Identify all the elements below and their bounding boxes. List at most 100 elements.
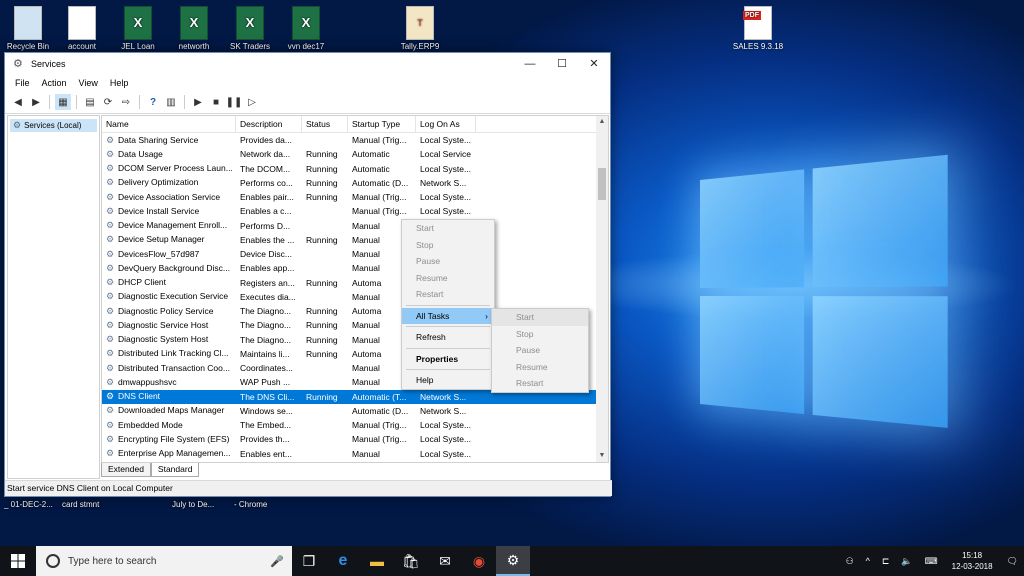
table-row[interactable]: ⚙ Embedded Mode The Embed... Manual (Trig..…: [102, 418, 608, 432]
table-row[interactable]: ⚙ Device Association Service Enables pair.…: [102, 190, 608, 204]
clock[interactable]: 15:18 12-03-2018: [952, 550, 993, 572]
service-status-cell: Running: [302, 320, 348, 330]
submenu-restart[interactable]: Restart: [492, 375, 588, 392]
table-row[interactable]: ⚙ DevicesFlow_57d987 Device Disc... Manual: [102, 247, 608, 261]
task-view-icon[interactable]: ❐: [292, 546, 326, 576]
properties-sheet-icon[interactable]: ▤: [82, 94, 98, 110]
cortana-circle-icon: [46, 554, 60, 568]
table-row[interactable]: ⚙ DevQuery Background Disc... Enables app.…: [102, 261, 608, 275]
file-explorer-icon[interactable]: ▬: [360, 546, 394, 576]
service-description-cell: Maintains li...: [236, 349, 302, 359]
desktop-icon-label[interactable]: _ 01-DEC-2...: [4, 500, 53, 509]
desktop-icon-tally-erp9[interactable]: T Tally.ERP9: [384, 0, 456, 51]
context-menu-stop[interactable]: Stop: [402, 237, 494, 254]
title-bar[interactable]: ⚙ Services — ☐ ✕: [5, 53, 610, 75]
table-row[interactable]: ⚙ Encrypting File System (EFS) Provides th…: [102, 432, 608, 446]
service-description-cell: Device Disc...: [236, 249, 302, 259]
column-header-log-on-as[interactable]: Log On As: [416, 116, 476, 132]
service-name-cell: ⚙ DHCP Client: [102, 277, 236, 288]
service-gear-icon: ⚙: [106, 391, 116, 402]
restart-service-icon[interactable]: ▷: [244, 94, 260, 110]
pause-service-icon[interactable]: ❚❚: [226, 94, 242, 110]
menu-action[interactable]: Action: [36, 78, 73, 88]
context-menu-properties[interactable]: Properties: [402, 351, 494, 368]
table-row[interactable]: ⚙ Data Sharing Service Provides da... Manua…: [102, 133, 608, 147]
edge-browser-icon[interactable]: e: [326, 546, 360, 576]
menu-bar: File Action View Help: [5, 75, 610, 91]
stop-service-icon[interactable]: ■: [208, 94, 224, 110]
action-center-icon[interactable]: 🗨: [1007, 556, 1018, 567]
table-row[interactable]: ⚙ Downloaded Maps Manager Windows se... Aut…: [102, 404, 608, 418]
show-hidden-icons-chevron-icon[interactable]: ^: [866, 556, 870, 566]
microphone-icon[interactable]: 🎤: [270, 555, 284, 568]
store-icon[interactable]: 🛍: [394, 546, 428, 576]
vertical-scrollbar[interactable]: ▲ ▼: [596, 116, 608, 462]
refresh-icon[interactable]: ⟳: [100, 94, 116, 110]
scroll-thumb[interactable]: [598, 168, 606, 200]
service-description-cell: Network da...: [236, 149, 302, 159]
context-menu-refresh[interactable]: Refresh: [402, 329, 494, 346]
view-tabs: Extended Standard: [101, 463, 199, 477]
table-row[interactable]: ⚙ Data Usage Network da... Running Automatic…: [102, 147, 608, 161]
show-action-pane-icon[interactable]: ▥: [163, 94, 179, 110]
column-header-description[interactable]: Description: [236, 116, 302, 132]
menu-file[interactable]: File: [9, 78, 36, 88]
context-menu-pause[interactable]: Pause: [402, 253, 494, 270]
table-row[interactable]: ⚙ DHCP Client Registers an... Running Automa: [102, 276, 608, 290]
service-gear-icon: ⚙: [106, 263, 116, 274]
menu-help[interactable]: Help: [104, 78, 135, 88]
volume-icon[interactable]: 🔈: [901, 556, 912, 567]
people-icon[interactable]: ⚇: [846, 556, 854, 567]
context-menu-help[interactable]: Help: [402, 372, 494, 389]
context-menu-start[interactable]: Start: [402, 220, 494, 237]
help-icon[interactable]: ?: [145, 94, 161, 110]
service-name-cell: ⚙ Device Install Service: [102, 206, 236, 217]
table-row[interactable]: ⚙ Delivery Optimization Performs co... Runn…: [102, 176, 608, 190]
context-menu-all-tasks[interactable]: All Tasks ›: [402, 308, 494, 325]
submenu-start[interactable]: Start: [492, 309, 588, 326]
service-status-cell: Running: [302, 335, 348, 345]
show-hide-console-tree-icon[interactable]: ▦: [55, 94, 71, 110]
scroll-up-icon[interactable]: ▲: [596, 116, 608, 128]
desktop-icon-vvn-dec17[interactable]: X vvn dec17: [270, 0, 342, 51]
table-row[interactable]: ⚙ Device Management Enroll... Performs D..…: [102, 219, 608, 233]
context-menu-restart[interactable]: Restart: [402, 286, 494, 303]
column-header-startup-type[interactable]: Startup Type: [348, 116, 416, 132]
desktop-icon-sales-pdf[interactable]: SALES 9.3.18: [722, 0, 794, 51]
column-header-status[interactable]: Status: [302, 116, 348, 132]
tab-standard[interactable]: Standard: [151, 463, 200, 477]
table-row[interactable]: ⚙ DCOM Server Process Laun... The DCOM... R…: [102, 162, 608, 176]
mail-icon[interactable]: ✉: [428, 546, 462, 576]
desktop-icon-label[interactable]: July to De...: [172, 500, 214, 509]
keyboard-language-icon[interactable]: ⌨: [925, 556, 938, 567]
service-gear-icon: ⚙: [106, 320, 116, 331]
table-row[interactable]: ⚙ Diagnostic Execution Service Executes di…: [102, 290, 608, 304]
table-row[interactable]: ⚙ Device Setup Manager Enables the ... Runn…: [102, 233, 608, 247]
minimize-button[interactable]: —: [514, 53, 546, 75]
context-menu-resume[interactable]: Resume: [402, 270, 494, 287]
submenu-resume[interactable]: Resume: [492, 359, 588, 376]
submenu-stop[interactable]: Stop: [492, 326, 588, 343]
close-button[interactable]: ✕: [578, 53, 610, 75]
service-log-on-as-cell: Local Syste...: [416, 434, 476, 444]
table-row[interactable]: ⚙ Enterprise App Managemen... Enables ent.…: [102, 447, 608, 461]
tree-item-services-local[interactable]: ⚙ Services (Local): [10, 119, 97, 132]
desktop-icon-label[interactable]: card stmnt: [62, 500, 99, 509]
export-list-icon[interactable]: ⇨: [118, 94, 134, 110]
table-row[interactable]: ⚙ Device Install Service Enables a c... Man…: [102, 204, 608, 218]
taskbar-search-box[interactable]: Type here to search 🎤: [36, 546, 292, 576]
maximize-button[interactable]: ☐: [546, 53, 578, 75]
forward-icon[interactable]: ▶: [28, 94, 44, 110]
desktop-icon-label[interactable]: - Chrome: [234, 500, 267, 509]
start-button[interactable]: [0, 546, 36, 576]
tab-extended[interactable]: Extended: [101, 463, 151, 477]
network-icon[interactable]: ⊏: [882, 556, 890, 567]
back-icon[interactable]: ◀: [10, 94, 26, 110]
services-taskbar-icon[interactable]: ⚙: [496, 546, 530, 576]
start-service-icon[interactable]: ▶: [190, 94, 206, 110]
menu-view[interactable]: View: [73, 78, 104, 88]
scroll-down-icon[interactable]: ▼: [596, 450, 608, 462]
service-startup-type-cell: Manual (Trig...: [348, 206, 416, 216]
chrome-icon[interactable]: ◉: [462, 546, 496, 576]
submenu-pause[interactable]: Pause: [492, 342, 588, 359]
